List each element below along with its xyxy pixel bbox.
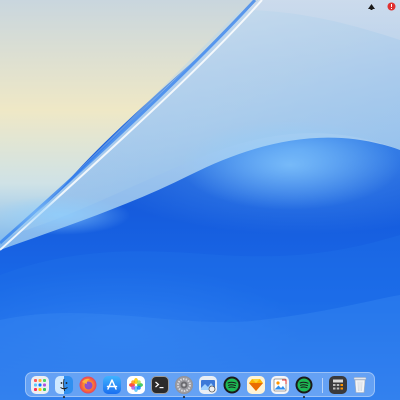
spotify-alt-icon[interactable]: [295, 376, 313, 394]
finder-running-indicator: [63, 396, 65, 398]
wallpaper: [0, 0, 400, 400]
image-viewer-icon[interactable]: [271, 376, 289, 394]
spotify-alt-running-indicator: [303, 396, 305, 398]
finder-icon[interactable]: [55, 376, 73, 394]
terminal-icon[interactable]: [151, 376, 169, 394]
system-settings-icon[interactable]: [175, 376, 193, 394]
app-status-icon[interactable]: [366, 1, 376, 11]
app-store-icon[interactable]: [103, 376, 121, 394]
menu-bar: [0, 0, 400, 12]
dock: [25, 372, 375, 398]
spotify-icon[interactable]: [223, 376, 241, 394]
dock-divider: [322, 378, 323, 393]
photos-icon[interactable]: [127, 376, 145, 394]
launchpad-icon[interactable]: [31, 376, 49, 394]
notification-badge-icon[interactable]: [386, 1, 396, 11]
system-settings-running-indicator: [183, 396, 185, 398]
preview-icon[interactable]: [199, 376, 217, 394]
sketch-icon[interactable]: [247, 376, 265, 394]
firefox-icon[interactable]: [79, 376, 97, 394]
desktop: [0, 0, 400, 400]
calculator-icon[interactable]: [329, 376, 347, 394]
trash-icon[interactable]: [351, 376, 369, 394]
